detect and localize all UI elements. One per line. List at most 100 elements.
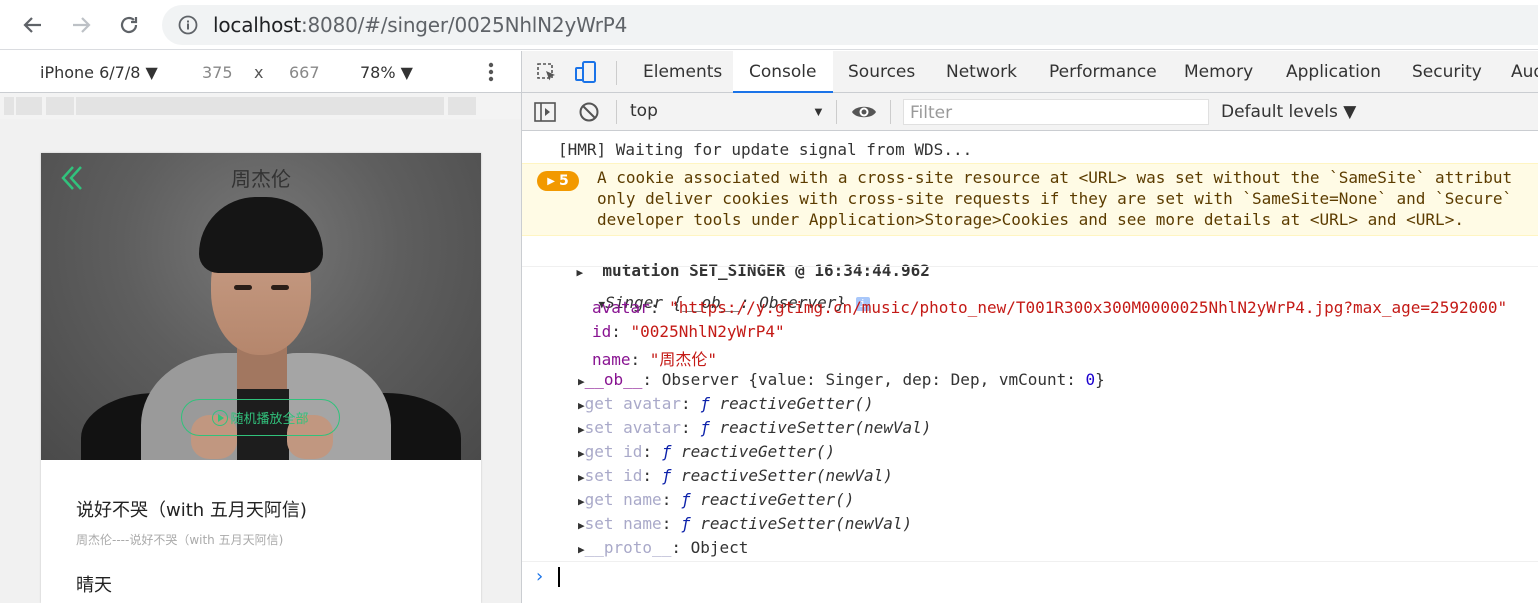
function-f-icon: ƒ xyxy=(680,490,691,509)
prop-value: "0025NhlN2yWrP4" xyxy=(630,322,785,341)
warning-line: only deliver cookies with cross-site req… xyxy=(597,189,1513,208)
zoom-select[interactable]: 78% ▼ xyxy=(360,63,413,82)
inspect-element-icon[interactable] xyxy=(536,62,558,87)
ruler-segment[interactable] xyxy=(448,97,476,115)
prop-count: 0 xyxy=(1085,370,1096,389)
ruler-segment[interactable] xyxy=(16,97,42,115)
toolbar-divider xyxy=(890,100,891,124)
prop-key: name xyxy=(592,350,631,369)
warning-line: developer tools under Application>Storag… xyxy=(597,210,1464,229)
song-item[interactable]: 晴天 xyxy=(76,571,112,597)
toolbar-divider xyxy=(616,61,617,85)
dimension-separator: x xyxy=(254,63,264,82)
clear-console-icon[interactable] xyxy=(578,101,600,126)
context-select[interactable]: top xyxy=(630,101,658,121)
reload-icon[interactable] xyxy=(112,8,146,42)
url-path: :8080/#/singer/0025NhlN2yWrP4 xyxy=(300,13,628,37)
prop-key: __ob__ xyxy=(584,370,643,389)
expand-triangle-icon[interactable]: ▶ xyxy=(578,447,585,460)
media-query-ruler[interactable] xyxy=(0,93,521,119)
sidebar-toggle-icon[interactable] xyxy=(534,102,556,125)
photo-shape xyxy=(234,285,252,290)
prop-value: Observer {value: Singer, dep: Dep, vmCou… xyxy=(661,370,1086,389)
forward-arrow-icon[interactable] xyxy=(64,8,98,42)
tab-sources[interactable]: Sources xyxy=(848,51,915,93)
song-item[interactable]: 说好不哭（with 五月天阿信) 周杰伦----说好不哭（with 五月天阿信) xyxy=(76,496,307,548)
eye-icon[interactable] xyxy=(851,103,877,124)
accessor-value: reactiveGetter() xyxy=(700,490,855,509)
ruler-segment[interactable] xyxy=(76,97,444,115)
phone-viewport: 周杰伦 随机播放全部 说好不哭（with 五月天阿信) 周杰伦----说好不哭（… xyxy=(41,153,481,603)
tab-security[interactable]: Security xyxy=(1412,51,1482,93)
row-divider xyxy=(522,266,1538,267)
song-name: 说好不哭（with 五月天阿信) xyxy=(76,500,307,521)
warning-count: 5 xyxy=(558,173,569,189)
console-input[interactable] xyxy=(558,567,560,587)
prop-avatar: avatar: "https://y.gtimg.cn/music/photo_… xyxy=(592,298,1508,317)
warning-group[interactable]: ▶ 5 A cookie associated with a cross-sit… xyxy=(522,163,1538,236)
ruler-segment[interactable] xyxy=(46,97,74,115)
device-width[interactable]: 375 xyxy=(202,63,233,82)
tab-network[interactable]: Network xyxy=(946,51,1017,93)
device-select[interactable]: iPhone 6/7/8 ▼ xyxy=(40,63,158,82)
accessor-row[interactable]: ▶get avatar: ƒ reactiveGetter() xyxy=(578,394,1538,413)
device-height[interactable]: 667 xyxy=(289,63,320,82)
expand-triangle-icon: ▶ xyxy=(547,175,555,187)
accessor-key: set avatar xyxy=(584,418,681,437)
hmr-message: [HMR] Waiting for update signal from WDS… xyxy=(558,140,973,159)
accessor-value: reactiveSetter(newVal) xyxy=(680,466,893,485)
accessor-row[interactable]: ▶set name: ƒ reactiveSetter(newVal) xyxy=(578,514,1538,533)
expand-triangle-icon[interactable]: ▶ xyxy=(578,519,585,532)
devtools-tabbar: Elements Console Sources Network Perform… xyxy=(522,51,1538,93)
accessor-row[interactable]: ▶set id: ƒ reactiveSetter(newVal) xyxy=(578,466,1538,485)
play-all-label: 随机播放全部 xyxy=(230,412,309,427)
accessor-key: get id xyxy=(584,442,643,461)
accessor-value: reactiveSetter(newVal) xyxy=(719,418,932,437)
accessor-value: reactiveGetter() xyxy=(680,442,836,461)
singer-name: 周杰伦 xyxy=(231,167,291,191)
expand-triangle-icon[interactable]: ▶ xyxy=(578,399,585,412)
prop-value: Object xyxy=(690,538,749,557)
prop-close: } xyxy=(1095,370,1105,389)
play-all-button[interactable]: 随机播放全部 xyxy=(181,399,340,436)
tab-elements[interactable]: Elements xyxy=(643,51,722,93)
accessor-value: reactiveSetter(newVal) xyxy=(700,514,913,533)
function-f-icon: ƒ xyxy=(700,418,710,437)
accessor-row[interactable]: ▶get name: ƒ reactiveGetter() xyxy=(578,490,1538,509)
url-host: localhost xyxy=(213,13,301,37)
more-options-icon[interactable] xyxy=(488,61,494,87)
browser-toolbar: localhost:8080/#/singer/0025NhlN2yWrP4 xyxy=(0,0,1538,50)
warning-count-badge[interactable]: ▶ 5 xyxy=(537,171,579,191)
accessor-value: reactiveGetter() xyxy=(719,394,874,413)
tab-console[interactable]: Console xyxy=(733,51,833,93)
prompt-chevron-icon: › xyxy=(536,566,544,587)
accessor-key: set name xyxy=(584,514,662,533)
expand-triangle-icon[interactable]: ▶ xyxy=(578,495,585,508)
context-dropdown-icon[interactable]: ▼ xyxy=(812,104,825,119)
console-toolbar: top ▼ Filter Default levels ▼ xyxy=(522,93,1538,131)
prop-proto[interactable]: ▶__proto__: Object xyxy=(578,538,1538,557)
tab-application[interactable]: Application xyxy=(1286,51,1381,93)
expand-triangle-icon[interactable]: ▶ xyxy=(578,471,585,484)
accessor-row[interactable]: ▶get id: ƒ reactiveGetter() xyxy=(578,442,1538,461)
tab-audits[interactable]: Aud xyxy=(1511,51,1538,93)
url-text[interactable]: localhost:8080/#/singer/0025NhlN2yWrP4 xyxy=(213,13,627,37)
expand-triangle-icon[interactable]: ▶ xyxy=(578,543,585,556)
device-toolbar-icon[interactable] xyxy=(574,60,598,87)
back-arrow-icon[interactable] xyxy=(16,8,50,42)
tab-performance[interactable]: Performance xyxy=(1049,51,1157,93)
warning-line: A cookie associated with a cross-site re… xyxy=(597,168,1513,187)
filter-input[interactable]: Filter xyxy=(903,99,1209,125)
log-levels-select[interactable]: Default levels ▼ xyxy=(1221,102,1356,122)
prop-id: id: "0025NhlN2yWrP4" xyxy=(592,322,785,341)
expand-triangle-icon[interactable]: ▶ xyxy=(578,375,585,388)
accessor-key: get avatar xyxy=(584,394,681,413)
ruler-segment[interactable] xyxy=(4,97,14,115)
address-bar[interactable]: localhost:8080/#/singer/0025NhlN2yWrP4 xyxy=(162,5,1538,45)
accessor-row[interactable]: ▶set avatar: ƒ reactiveSetter(newVal) xyxy=(578,418,1538,437)
expand-triangle-icon[interactable]: ▶ xyxy=(578,423,585,436)
tab-memory[interactable]: Memory xyxy=(1184,51,1253,93)
prop-ob[interactable]: ▶__ob__: Observer {value: Singer, dep: D… xyxy=(578,370,1538,389)
function-f-icon: ƒ xyxy=(680,514,691,533)
info-icon[interactable] xyxy=(178,15,198,38)
